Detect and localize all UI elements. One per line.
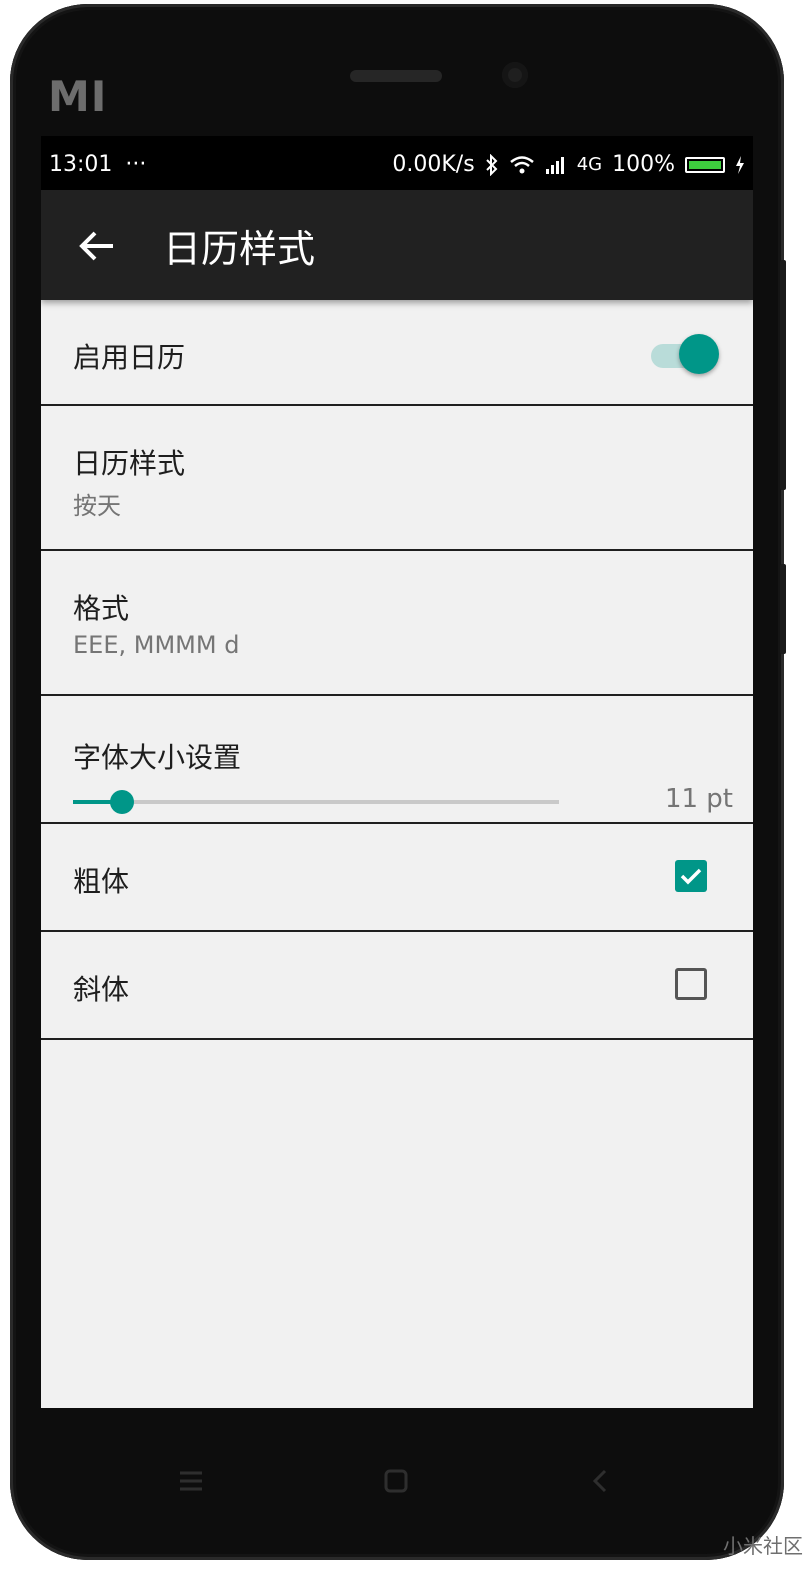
format-label: 格式 <box>73 592 130 625</box>
brand-logo: MI <box>48 72 108 121</box>
back-icon[interactable] <box>590 1468 610 1494</box>
bold-row[interactable]: 粗体 <box>41 824 753 932</box>
network-speed: 0.00K/s <box>392 152 475 177</box>
calendar-style-label: 日历样式 <box>73 447 186 480</box>
italic-checkbox[interactable] <box>675 968 707 1000</box>
wifi-icon <box>509 155 534 173</box>
slider-thumb[interactable] <box>109 790 134 814</box>
font-size-value: 11 pt <box>664 784 733 814</box>
volume-button <box>780 260 786 490</box>
status-right: 0.00K/s 4G 100% <box>392 152 745 177</box>
calendar-style-row[interactable]: 日历样式 按天 <box>41 406 753 551</box>
format-row[interactable]: 格式 EEE, MMMM d <box>41 551 753 696</box>
font-size-label: 字体大小设置 <box>73 741 242 774</box>
notification-dots-icon: ··· <box>125 152 147 177</box>
font-size-row: 字体大小设置 11 pt <box>41 696 753 824</box>
screen: 13:01 ··· 0.00K/s 4G 100% 日历样式 启用日历 日历样式 <box>41 136 753 1408</box>
home-icon[interactable] <box>383 1468 409 1494</box>
settings-list: 启用日历 日历样式 按天 格式 EEE, MMMM d 字体大小设置 11 pt <box>41 300 753 1040</box>
earpiece-speaker <box>350 70 442 82</box>
arrow-left-icon[interactable] <box>75 224 119 268</box>
enable-calendar-row[interactable]: 启用日历 <box>41 300 753 406</box>
switch-knob <box>679 334 719 374</box>
bold-label: 粗体 <box>73 865 130 898</box>
format-value: EEE, MMMM d <box>73 631 240 659</box>
page-title: 日历样式 <box>163 227 316 271</box>
menu-icon[interactable] <box>178 1470 204 1492</box>
battery-percent: 100% <box>612 152 675 177</box>
slider-track <box>73 800 559 804</box>
battery-level-fill <box>689 160 721 169</box>
status-bar: 13:01 ··· 0.00K/s 4G 100% <box>41 136 753 190</box>
navigation-bar <box>0 1408 803 1558</box>
font-size-slider[interactable] <box>73 790 559 814</box>
italic-row[interactable]: 斜体 <box>41 932 753 1040</box>
bluetooth-icon <box>485 153 498 176</box>
app-bar: 日历样式 <box>41 190 753 300</box>
calendar-style-value: 按天 <box>73 492 121 520</box>
watermark: 小米社区 <box>723 1534 803 1558</box>
front-camera <box>502 62 528 88</box>
italic-label: 斜体 <box>73 973 130 1006</box>
power-button <box>780 564 786 654</box>
enable-calendar-label: 启用日历 <box>73 341 186 374</box>
battery-icon <box>685 156 725 173</box>
status-left: 13:01 ··· <box>49 152 146 177</box>
status-time: 13:01 <box>49 152 113 177</box>
charging-icon <box>736 155 744 174</box>
checkmark-icon <box>680 868 702 885</box>
signal-icon <box>545 156 564 174</box>
enable-calendar-switch[interactable] <box>651 334 719 374</box>
network-type: 4G <box>576 154 603 175</box>
bold-checkbox[interactable] <box>675 860 707 892</box>
